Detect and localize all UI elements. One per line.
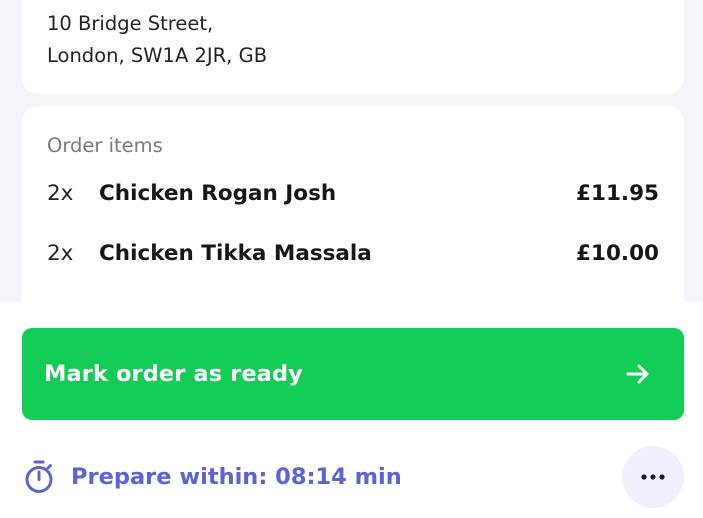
prepare-timer: Prepare within: 08:14 min xyxy=(24,458,402,496)
item-quantity: 2x xyxy=(47,240,74,266)
order-item-row: 2x Chicken Tikka Massala £10.00 xyxy=(47,236,659,270)
delivery-address-card: 10 Bridge Street, London, SW1A 2JR, GB xyxy=(22,0,684,94)
arrow-right-icon xyxy=(626,364,649,384)
item-name: Chicken Rogan Josh xyxy=(99,180,337,206)
mark-order-ready-label: Mark order as ready xyxy=(44,361,303,387)
address-line-2: London, SW1A 2JR, GB xyxy=(47,44,268,67)
more-options-button[interactable] xyxy=(622,446,684,508)
order-screen: 10 Bridge Street, London, SW1A 2JR, GB O… xyxy=(0,0,703,518)
prepare-within-text: Prepare within: 08:14 min xyxy=(71,464,402,490)
item-price: £11.95 xyxy=(576,180,659,206)
ellipsis-horizontal-icon xyxy=(641,474,665,480)
item-quantity: 2x xyxy=(47,180,74,206)
item-name: Chicken Tikka Massala xyxy=(99,240,372,266)
item-price: £10.00 xyxy=(576,240,659,266)
order-item-row: 2x Chicken Rogan Josh £11.95 xyxy=(47,176,659,210)
mark-order-ready-button[interactable]: Mark order as ready xyxy=(22,328,684,420)
order-items-label: Order items xyxy=(47,134,163,157)
stopwatch-icon xyxy=(25,460,53,493)
address-line-1: 10 Bridge Street, xyxy=(47,12,214,35)
